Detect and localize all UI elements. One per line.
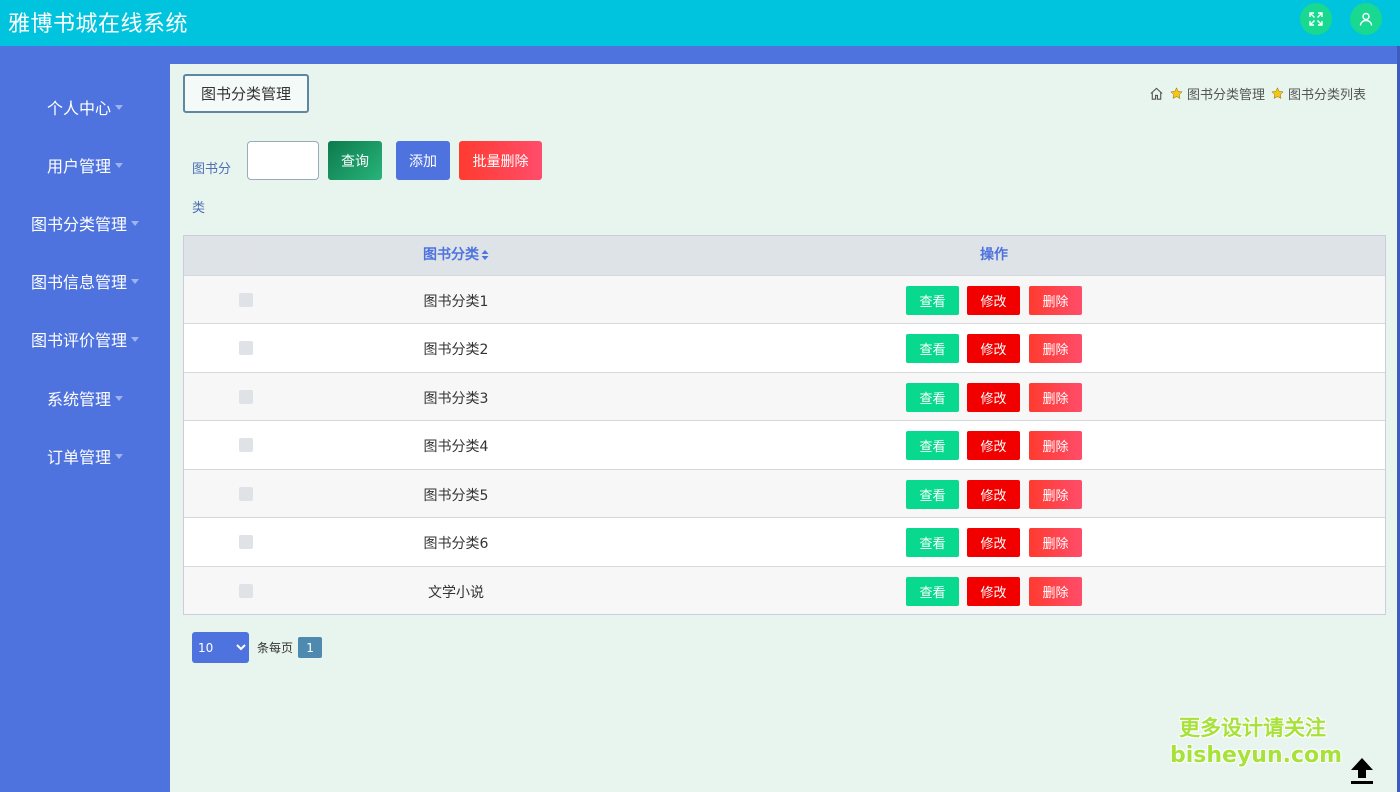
category-cell: 文学小说 [428,585,484,601]
caret-down-icon [115,163,123,168]
header-strip [0,46,1400,64]
row-checkbox[interactable] [239,535,253,549]
sidebar: 个人中心 用户管理 图书分类管理 图书信息管理 图书评价管理 系统管理 订单管理 [0,64,170,792]
sort-icon[interactable] [481,249,489,261]
top-bar: 雅博书城在线系统 [0,0,1400,46]
select-all-checkbox[interactable] [239,248,253,262]
category-cell: 图书分类3 [423,391,489,407]
row-checkbox[interactable] [239,438,253,452]
delete-button[interactable]: 删除 [1029,431,1082,460]
caret-down-icon [115,454,123,459]
table-row: 图书分类1 查看 修改 删除 [184,275,1385,323]
main-content: 图书分类管理 图书分类管理 图书分类列表 图书分类 查询 添加 批量删除 图书分… [170,64,1400,792]
column-header-label: 图书分类 [423,247,479,263]
edit-button[interactable]: 修改 [967,334,1020,363]
sidebar-item-label: 图书信息管理 [30,273,127,292]
breadcrumb-item: 图书分类列表 [1287,88,1366,103]
category-search-input[interactable] [247,141,319,180]
query-button[interactable]: 查询 [328,141,382,180]
sidebar-item-book-info[interactable]: 图书信息管理 [0,263,170,299]
watermark-line: bisheyun.com [1170,743,1343,768]
sidebar-item-personal-center[interactable]: 个人中心 [0,89,170,125]
table-header: 图书分类 操作 [184,236,1385,275]
delete-button[interactable]: 删除 [1029,480,1082,509]
sidebar-item-label: 图书评价管理 [30,331,127,350]
sidebar-item-book-reviews[interactable]: 图书评价管理 [0,321,170,357]
back-to-top-icon[interactable] [1344,752,1380,788]
edit-button[interactable]: 修改 [967,480,1020,509]
sidebar-item-label: 个人中心 [46,99,111,118]
row-checkbox[interactable] [239,390,253,404]
search-label: 图书分类 [192,162,232,216]
page-size-select[interactable]: 10 [192,632,249,663]
breadcrumb: 图书分类管理 图书分类列表 [1149,84,1372,103]
page-title-tag[interactable]: 图书分类管理 [183,74,309,113]
fullscreen-icon[interactable] [1300,3,1332,35]
column-header-actions: 操作 [980,247,1008,263]
edit-button[interactable]: 修改 [967,577,1020,606]
edit-button[interactable]: 修改 [967,286,1020,315]
view-button[interactable]: 查看 [906,528,959,557]
view-button[interactable]: 查看 [906,480,959,509]
view-button[interactable]: 查看 [906,334,959,363]
sidebar-item-label: 订单管理 [46,448,111,467]
edit-button[interactable]: 修改 [967,431,1020,460]
edit-button[interactable]: 修改 [967,528,1020,557]
caret-down-icon [131,221,139,226]
star-icon [1170,87,1183,99]
page-number-button[interactable]: 1 [298,637,323,658]
view-button[interactable]: 查看 [906,431,959,460]
batch-delete-button[interactable]: 批量删除 [459,141,542,180]
caret-down-icon [115,105,123,110]
column-header-category[interactable]: 图书分类 [364,236,548,275]
star-icon [1271,87,1284,99]
category-cell: 图书分类1 [423,294,489,310]
table-row: 图书分类6 查看 修改 删除 [184,517,1385,565]
category-cell: 图书分类4 [423,439,489,455]
category-cell: 图书分类2 [423,342,489,358]
table-row: 图书分类2 查看 修改 删除 [184,323,1385,371]
row-checkbox[interactable] [239,341,253,355]
caret-down-icon [131,337,139,342]
edit-button[interactable]: 修改 [967,383,1020,412]
row-checkbox[interactable] [239,293,253,307]
home-icon[interactable] [1149,86,1164,101]
category-cell: 图书分类6 [423,536,489,552]
category-cell: 图书分类5 [423,488,489,504]
sidebar-item-order-management[interactable]: 订单管理 [0,438,170,474]
watermark-line: 更多设计请关注 [1179,716,1326,740]
category-table: 图书分类 操作 图书分类1 查看 修改 删除 图书分类2 查看 修改 删除 图书… [183,235,1386,615]
sidebar-item-user-management[interactable]: 用户管理 [0,147,170,183]
add-button[interactable]: 添加 [396,141,450,180]
user-icon[interactable] [1350,3,1382,35]
breadcrumb-item[interactable]: 图书分类管理 [1187,84,1265,103]
view-button[interactable]: 查看 [906,383,959,412]
sidebar-item-label: 用户管理 [46,157,111,176]
watermark: 更多设计请关注 bisheyun.com [1170,715,1343,769]
delete-button[interactable]: 删除 [1029,577,1082,606]
delete-button[interactable]: 删除 [1029,528,1082,557]
caret-down-icon [115,396,123,401]
delete-button[interactable]: 删除 [1029,334,1082,363]
pagination: 10 条每页 1 [192,632,323,663]
sidebar-item-label: 系统管理 [46,390,111,409]
row-checkbox[interactable] [239,487,253,501]
sidebar-item-system-management[interactable]: 系统管理 [0,380,170,416]
table-row: 图书分类4 查看 修改 删除 [184,420,1385,468]
delete-button[interactable]: 删除 [1029,286,1082,315]
view-button[interactable]: 查看 [906,577,959,606]
row-checkbox[interactable] [239,584,253,598]
per-page-label: 条每页 [257,641,294,655]
delete-button[interactable]: 删除 [1029,383,1082,412]
sidebar-item-label: 图书分类管理 [30,215,127,234]
table-row: 图书分类3 查看 修改 删除 [184,372,1385,420]
app-title: 雅博书城在线系统 [8,12,189,37]
view-button[interactable]: 查看 [906,286,959,315]
table-row: 文学小说 查看 修改 删除 [184,566,1385,614]
sidebar-item-category-management[interactable]: 图书分类管理 [0,205,170,241]
caret-down-icon [131,279,139,284]
table-row: 图书分类5 查看 修改 删除 [184,469,1385,517]
